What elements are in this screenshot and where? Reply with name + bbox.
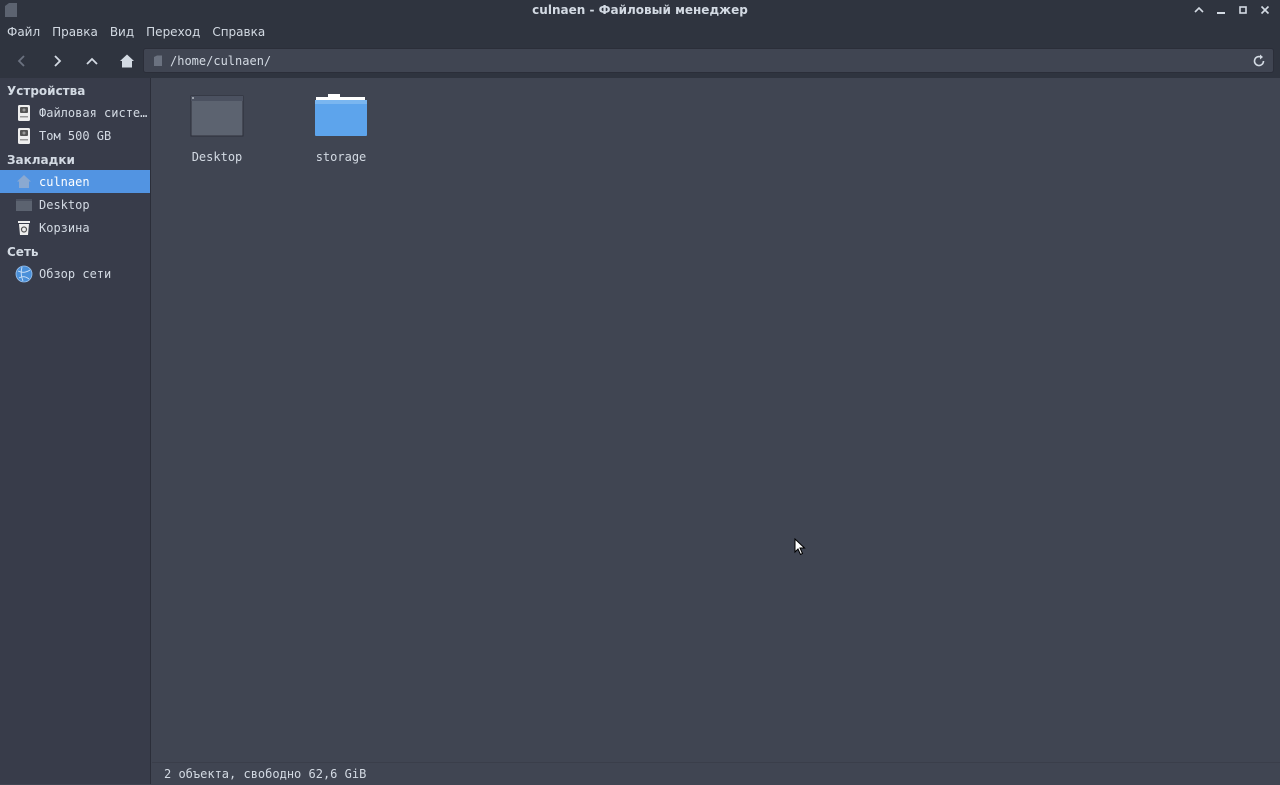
folder-icon: [315, 94, 367, 136]
drive-harddisk-icon: [18, 104, 30, 121]
sidebar-header-network: Сеть: [7, 245, 39, 259]
menu-file[interactable]: Файл: [1, 20, 46, 44]
menu-view[interactable]: Вид: [104, 20, 140, 44]
menu-go[interactable]: Переход: [140, 20, 206, 44]
file-name: Desktop: [191, 150, 243, 164]
close-icon: [1260, 5, 1270, 15]
sidebar-item-network[interactable]: Обзор сети: [0, 262, 150, 285]
sidebar-item-desktop[interactable]: Desktop: [0, 193, 150, 216]
maximize-icon: [1239, 6, 1247, 14]
sidebar-item-volume[interactable]: Том 500 GB: [0, 124, 150, 147]
sidebar-item-home[interactable]: culnaen: [0, 170, 150, 193]
menu-bar: Файл Правка Вид Переход Справка: [0, 20, 1280, 44]
forward-button[interactable]: [39, 46, 74, 76]
trash-icon: [18, 220, 30, 235]
file-item-storage[interactable]: storage: [286, 94, 396, 164]
close-button[interactable]: [1254, 0, 1276, 20]
sidebar-item-label: Desktop: [39, 197, 90, 212]
chevron-right-icon: [53, 55, 61, 67]
location-path[interactable]: /home/culnaen/: [170, 54, 271, 68]
menu-edit[interactable]: Правка: [46, 20, 104, 44]
title-bar[interactable]: culnaen - Файловый менеджер: [0, 0, 1280, 20]
desktop-folder-icon: [16, 198, 32, 211]
back-button[interactable]: [4, 46, 39, 76]
chevron-up-icon: [1194, 6, 1204, 13]
sidebar-item-label: Том 500 GB: [39, 128, 112, 143]
minimize-button[interactable]: [1210, 0, 1232, 20]
folder-path-icon: [154, 55, 162, 66]
maximize-button[interactable]: [1232, 0, 1254, 20]
minimize-icon: [1217, 12, 1225, 14]
sidebar-item-label: Обзор сети: [39, 266, 112, 281]
reload-icon[interactable]: [1250, 52, 1268, 70]
file-view[interactable]: Desktop storage: [152, 78, 1280, 762]
sidebar-item-label: culnaen: [39, 174, 90, 189]
sidebar-item-label: Файловая систе…: [39, 105, 148, 120]
home-button[interactable]: [109, 46, 144, 76]
shade-button[interactable]: [1188, 0, 1210, 20]
toolbar: /home/culnaen/: [0, 44, 1280, 78]
network-icon: [15, 265, 33, 282]
window-title: culnaen - Файловый менеджер: [532, 3, 748, 17]
up-button[interactable]: [74, 46, 109, 76]
file-item-desktop[interactable]: Desktop: [162, 94, 272, 164]
chevron-up-icon: [85, 57, 98, 65]
location-bar[interactable]: /home/culnaen/: [143, 48, 1274, 73]
menu-help[interactable]: Справка: [206, 20, 271, 44]
chevron-left-icon: [17, 55, 25, 67]
mouse-cursor-icon: [794, 538, 806, 556]
sidebar-header-devices: Устройства: [7, 84, 86, 98]
sidebar: Устройства Файловая систе… Том 500 GB За…: [0, 78, 151, 784]
desktop-folder-icon: [190, 95, 244, 137]
home-folder-icon: [17, 174, 31, 188]
app-icon: [5, 3, 17, 17]
status-bar: 2 объекта, свободно 62,6 GiB: [152, 762, 1280, 784]
sidebar-item-label: Корзина: [39, 220, 90, 235]
file-name: storage: [315, 150, 367, 164]
home-icon: [119, 54, 134, 68]
sidebar-item-filesystem[interactable]: Файловая систе…: [0, 101, 150, 124]
drive-harddisk-icon: [18, 127, 30, 144]
window-controls: [1188, 0, 1276, 20]
sidebar-header-bookmarks: Закладки: [7, 153, 75, 167]
sidebar-item-trash[interactable]: Корзина: [0, 216, 150, 239]
